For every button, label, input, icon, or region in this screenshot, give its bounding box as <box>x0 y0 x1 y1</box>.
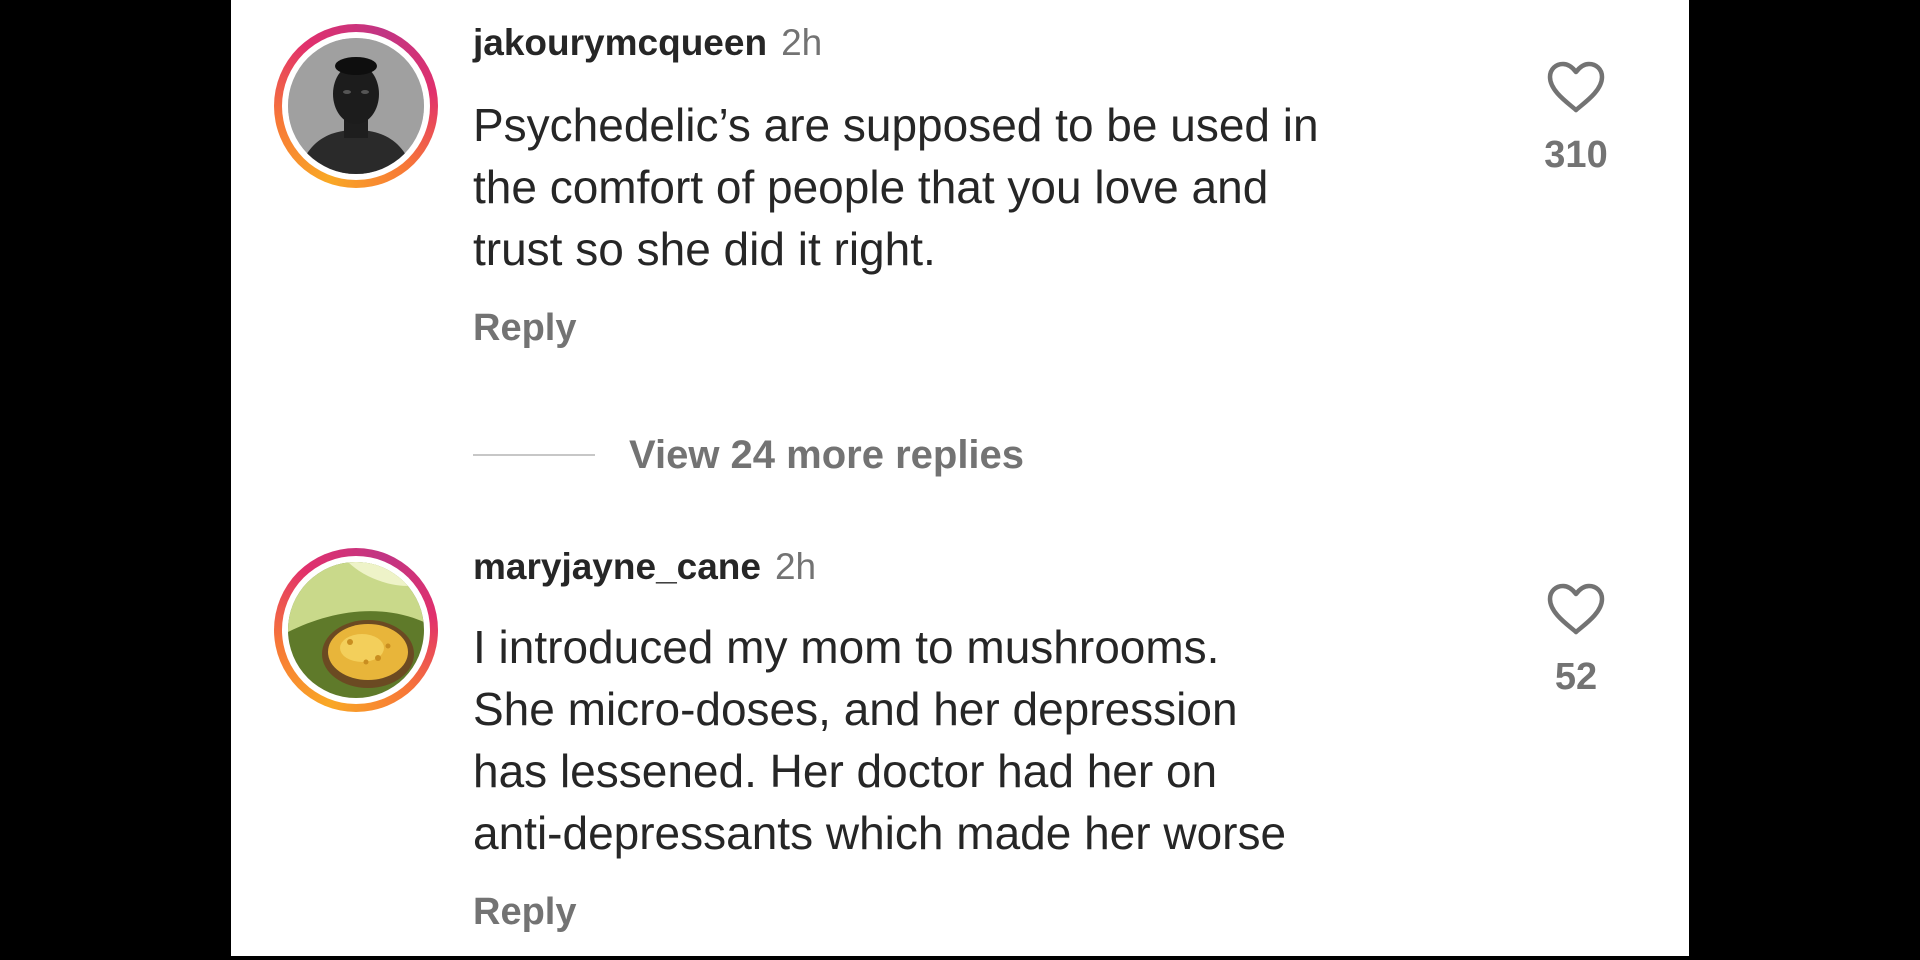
avatar-photo <box>288 562 424 698</box>
reply-button[interactable]: Reply <box>473 307 576 350</box>
reply-button[interactable]: Reply <box>473 891 576 934</box>
like-count: 52 <box>1554 656 1598 698</box>
comment-username[interactable]: jakourymcqueen 2h <box>473 22 822 64</box>
comment-text: Psychedelic’s are supposed to be used in… <box>473 99 1319 275</box>
like-count: 310 <box>1544 134 1608 176</box>
divider-line <box>473 454 595 456</box>
avatar[interactable] <box>274 24 438 188</box>
heart-outline-icon[interactable] <box>1546 60 1606 114</box>
heart-outline-icon[interactable] <box>1546 582 1606 636</box>
comment-time: 2h <box>781 22 823 63</box>
comment-time: 2h <box>774 546 817 587</box>
avatar-photo <box>288 38 424 174</box>
comment-text: I introduced my mom to mushrooms. She mi… <box>473 621 1287 859</box>
view-more-replies-label[interactable]: View 24 more replies <box>629 433 1024 478</box>
comments-panel: jakourymcqueen 2h Psychedelic’s are suppo… <box>231 0 1689 956</box>
avatar[interactable] <box>274 548 438 712</box>
comment-username[interactable]: maryjayne_cane 2h <box>473 546 816 588</box>
view-more-replies[interactable]: View 24 more replies <box>473 430 1024 480</box>
